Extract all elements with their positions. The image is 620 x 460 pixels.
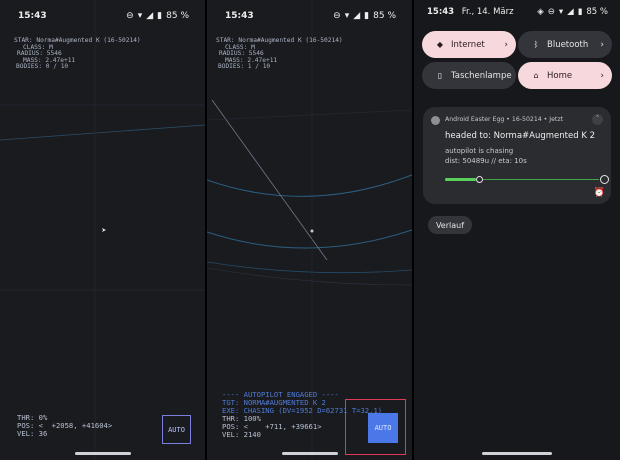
chevron-up-icon[interactable]: ˆ (592, 114, 603, 125)
status-bar: 15:43 ⊖ ▾ ◢ ▮ 85 % (207, 0, 412, 30)
ship-hud: THR: 100% POS: < +711, +39661> VEL: 2140 (222, 415, 322, 439)
autopilot-button[interactable]: AUTO (162, 415, 191, 444)
chevron-right-icon: › (600, 39, 604, 50)
qs-time: 15:43 (427, 7, 455, 17)
app-icon (431, 116, 440, 125)
nav-handle[interactable] (482, 452, 552, 455)
orbit-arc (207, 229, 412, 249)
tile-internet[interactable]: ◆ Internet › (422, 31, 516, 58)
velocity-readout: VEL: 2140 (222, 430, 261, 439)
dnd-icon: ⊖ (547, 7, 555, 17)
progress-ship-marker (475, 176, 483, 183)
wifi-icon: ◆ (436, 40, 444, 49)
nav-handle[interactable] (281, 452, 338, 455)
qs-header-right: ◈ ⊖ ▾ ◢ ▮ 85 % (537, 7, 608, 17)
bluetooth-icon: ᛒ (533, 40, 539, 49)
status-time: 15:43 (225, 11, 254, 21)
star-bodies: BODIES: 1 / 10 (218, 63, 271, 71)
tile-flashlight[interactable]: ▯ Taschenlampe (422, 62, 516, 89)
quick-settings-screen: 15:43 Fr., 14. März ◈ ⊖ ▾ ◢ ▮ 85 % ◆ Int… (414, 0, 620, 460)
autopilot-button[interactable]: AUTO (368, 413, 398, 443)
nav-handle[interactable] (74, 452, 131, 455)
star-bodies: BODIES: 0 / 10 (16, 63, 69, 71)
wifi-icon: ▾ (558, 7, 564, 17)
battery-percent: 85 % (373, 11, 396, 21)
wifi-icon: ▾ (137, 11, 143, 21)
signal-icon: ◢ (146, 11, 154, 21)
notification-line1: autopilot is chasing (445, 147, 514, 155)
grid-line (207, 109, 412, 121)
star-info: STAR: Norma#Augmented K (16-50214) CLASS:… (216, 37, 343, 71)
notification-progress (445, 175, 609, 184)
signal-icon: ◢ (353, 11, 361, 21)
notification-title: headed to: Norma#Augmented K 2 (445, 131, 595, 141)
tile-bluetooth[interactable]: ᛒ Bluetooth › (518, 31, 612, 58)
alarm-icon: ⏰ (593, 188, 605, 198)
trajectory-line (211, 99, 328, 261)
ship-hud: THR: 0% POS: < +2058, +41604> VEL: 36 (17, 414, 112, 438)
qs-date: Fr., 14. März (461, 7, 514, 17)
chevron-right-icon: › (600, 70, 604, 81)
star-info: STAR: Norma#Augmented K (16-50214) CLASS:… (14, 37, 141, 71)
tile-label: Home (547, 70, 573, 81)
battery-percent: 85 % (586, 7, 608, 17)
orbit-line (0, 124, 205, 141)
game-screen-left: 15:43 ⊖ ▾ ◢ ▮ 85 % STAR: Norma#Augmented… (0, 0, 205, 460)
orbit-arc (207, 267, 412, 286)
battery-icon: ▮ (157, 11, 163, 21)
status-bar: 15:43 ⊖ ▾ ◢ ▮ 85 % (0, 0, 205, 30)
notification-card[interactable]: Android Easter Egg • 16-50214 • Jetzt ˆ … (423, 107, 611, 204)
wifi-icon: ▾ (344, 11, 350, 21)
notification-line2: dist: 50489u // eta: 10s (445, 157, 527, 165)
tile-label: Taschenlampe (451, 70, 512, 81)
tile-home[interactable]: ⌂ Home › (518, 62, 612, 89)
signal-icon: ◢ (567, 7, 574, 17)
tile-label: Bluetooth (547, 39, 589, 50)
velocity-readout: VEL: 36 (17, 429, 48, 438)
history-button[interactable]: Verlauf (428, 216, 472, 234)
progress-target-marker (600, 175, 609, 184)
progress-fill (445, 178, 476, 181)
orbit-arc (207, 174, 412, 197)
chevron-right-icon: › (504, 39, 508, 50)
battery-icon: ▮ (364, 11, 370, 21)
qs-header-left: 15:43 Fr., 14. März (427, 7, 514, 17)
battery-percent: 85 % (166, 11, 189, 21)
tile-label: Internet (451, 39, 485, 50)
spaceship-icon (310, 229, 314, 233)
status-time: 15:43 (18, 11, 47, 21)
dnd-icon: ⊖ (126, 11, 134, 21)
game-screen-middle: 15:43 ⊖ ▾ ◢ ▮ 85 % STAR: Norma#Augmented… (207, 0, 412, 460)
orbit-arc (207, 261, 412, 274)
home-icon: ⌂ (533, 71, 539, 80)
notification-app-line: Android Easter Egg • 16-50214 • Jetzt (445, 116, 564, 123)
battery-icon: ▮ (577, 7, 583, 17)
flashlight-icon: ▯ (437, 71, 443, 80)
spaceship-icon (102, 228, 106, 232)
vibrate-icon: ◈ (537, 7, 544, 17)
dnd-icon: ⊖ (333, 11, 341, 21)
